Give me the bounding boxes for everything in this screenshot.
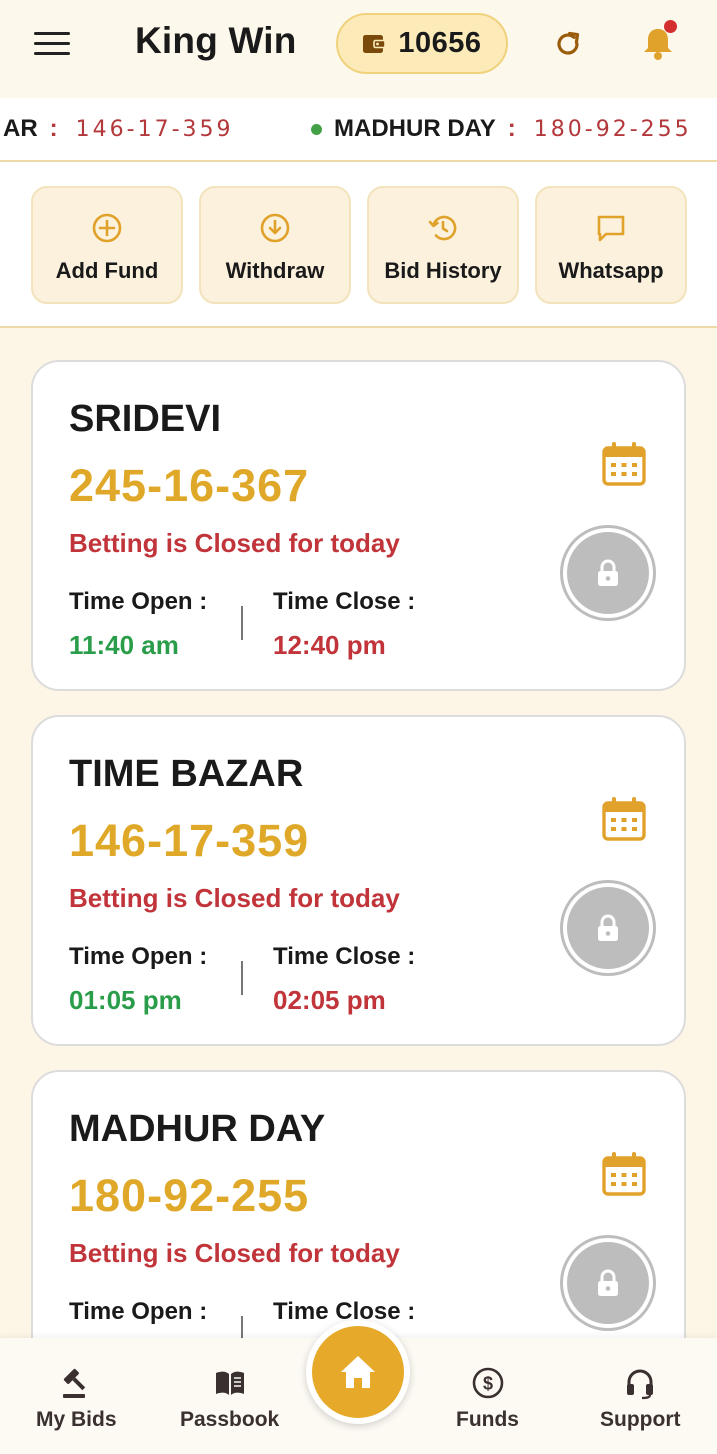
time-close-label: Time Close : [273,588,416,615]
nav-label: Passbook [180,1408,280,1431]
ticker-market-name: MADHUR DAY [334,115,496,142]
time-close-value: 12:40 pm [273,630,386,660]
nav-funds[interactable]: $ Funds [456,1366,519,1432]
headset-icon [627,1369,654,1400]
lock-icon [598,559,618,586]
nav-support[interactable]: Support [600,1366,680,1432]
home-button[interactable] [306,1320,410,1424]
ticker-market-result: 146-17-359 [75,116,234,142]
notification-badge [664,20,677,33]
action-label: Whatsapp [558,258,664,283]
ticker-separator: : [49,115,58,142]
play-locked-button[interactable] [563,528,653,618]
time-open-label: Time Open : [69,1298,208,1325]
wallet-icon [363,34,387,53]
game-result: 245-16-367 [69,460,310,511]
lock-icon [598,1269,618,1296]
home-icon [341,1356,375,1388]
ticker-market-name: AR [3,115,38,142]
dollar-icon: $ [472,1367,503,1399]
wallet-amount: 10656 [398,27,482,59]
game-card[interactable]: SRIDEVI 245-16-367 Betting is Closed for… [31,360,686,691]
svg-text:$: $ [482,1374,492,1394]
nav-label: My Bids [36,1408,117,1431]
menu-icon[interactable] [34,32,70,58]
game-name: SRIDEVI [69,398,222,440]
game-card[interactable]: TIME BAZAR 146-17-359 Betting is Closed … [31,715,686,1046]
ticker-separator: : [507,115,516,142]
time-open-value: 01:05 pm [69,985,182,1015]
time-open-value: 11:40 am [69,630,179,660]
ticker-item: MADHUR DAY : 180-92-255 [311,115,692,143]
game-status: Betting is Closed for today [69,883,400,913]
chat-icon [597,215,625,242]
calendar-icon[interactable] [601,440,647,488]
calendar-icon[interactable] [601,795,647,843]
game-name: MADHUR DAY [69,1108,326,1150]
action-label: Bid History [384,258,502,283]
nav-my-bids[interactable]: My Bids [36,1366,117,1432]
play-locked-button[interactable] [563,1238,653,1328]
time-divider [241,961,243,995]
time-open-label: Time Open : [69,588,208,615]
live-dot-icon [311,123,322,135]
app-title: King Win [135,20,297,61]
quick-actions: Add Fund Withdraw Bid History Whatsapp [0,162,717,328]
time-divider [241,606,243,640]
refresh-icon[interactable] [552,28,584,60]
gavel-icon [63,1368,86,1398]
book-icon [215,1371,244,1395]
whatsapp-button[interactable]: Whatsapp [535,186,687,304]
lock-icon [598,914,618,941]
game-result: 180-92-255 [69,1170,310,1221]
ticker-market-result: 180-92-255 [533,116,692,142]
play-locked-button[interactable] [563,883,653,973]
nav-passbook[interactable]: Passbook [180,1366,279,1432]
nav-label: Funds [456,1408,519,1431]
nav-label: Support [600,1408,681,1431]
game-name: TIME BAZAR [69,753,304,795]
action-label: Withdraw [225,258,325,283]
history-icon [428,215,457,241]
download-circle-icon [260,213,290,243]
results-ticker: AR : 146-17-359 MADHUR DAY : 180-92-255 [0,98,717,162]
time-open-label: Time Open : [69,943,208,970]
add-circle-icon [92,213,122,243]
game-status: Betting is Closed for today [69,1238,400,1268]
app-header: King Win 10656 [0,0,717,98]
game-result: 146-17-359 [69,815,310,866]
game-status: Betting is Closed for today [69,528,400,558]
action-label: Add Fund [55,258,159,283]
bid-history-button[interactable]: Bid History [367,186,519,304]
add-fund-button[interactable]: Add Fund [31,186,183,304]
ticker-item: AR : 146-17-359 [3,115,234,143]
calendar-icon[interactable] [601,1150,647,1198]
wallet-balance[interactable]: 10656 [336,13,508,74]
time-close-value: 02:05 pm [273,985,386,1015]
withdraw-button[interactable]: Withdraw [199,186,351,304]
time-close-label: Time Close : [273,943,416,970]
